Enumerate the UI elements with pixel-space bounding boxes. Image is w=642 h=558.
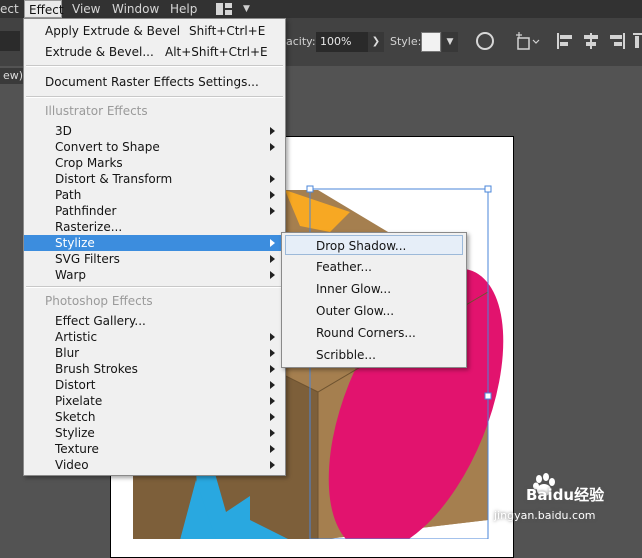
menu-item-stylize[interactable]: Stylize [24, 235, 285, 251]
menu-item-distort[interactable]: Distort [24, 377, 285, 393]
stylize-submenu: Drop Shadow... Feather... Inner Glow... … [281, 232, 467, 368]
opacity-arrow-button[interactable]: ❯ [368, 32, 384, 52]
illustrator-effects-header: Illustrator Effects [45, 104, 148, 118]
submenu-arrow-icon [270, 381, 275, 389]
submenu-arrow-icon [270, 127, 275, 135]
submenu-arrow-icon [270, 333, 275, 341]
menu-item-path[interactable]: Path [24, 187, 285, 203]
menu-separator [26, 286, 283, 288]
workspace-grid-icon[interactable] [216, 3, 232, 15]
align-left-icon[interactable] [556, 32, 574, 50]
menu-item-stylize-photoshop[interactable]: Stylize [24, 425, 285, 441]
menu-item-effect-gallery[interactable]: Effect Gallery... [24, 313, 285, 329]
menu-item-blur[interactable]: Blur [24, 345, 285, 361]
submenu-arrow-icon [270, 255, 275, 263]
menu-item-sketch[interactable]: Sketch [24, 409, 285, 425]
menu-item-distort-transform[interactable]: Distort & Transform [24, 171, 285, 187]
shortcut-label: Alt+Shift+Ctrl+E [165, 45, 268, 59]
menu-item-crop-marks[interactable]: Crop Marks [24, 155, 285, 171]
menu-item-round-corners[interactable]: Round Corners... [285, 323, 463, 343]
menu-item-svg-filters[interactable]: SVG Filters [24, 251, 285, 267]
menu-item-artistic[interactable]: Artistic [24, 329, 285, 345]
menu-item-rasterize[interactable]: Rasterize... [24, 219, 285, 235]
menu-select[interactable]: ect [0, 0, 19, 18]
style-label: Style: [390, 35, 422, 48]
menu-view[interactable]: View [72, 0, 100, 18]
menu-separator [26, 65, 283, 67]
submenu-arrow-icon [270, 271, 275, 279]
opacity-label: acity: [286, 35, 316, 48]
menu-help[interactable]: Help [170, 0, 197, 18]
menu-item-outer-glow[interactable]: Outer Glow... [285, 301, 463, 321]
graphic-style-swatch[interactable] [421, 32, 441, 52]
submenu-arrow-icon [270, 207, 275, 215]
opacity-input[interactable]: 100% [316, 32, 368, 52]
align-right-icon[interactable] [608, 32, 626, 50]
menu-item-apply-extrude-bevel[interactable]: Apply Extrude & Bevel Shift+Ctrl+E [24, 23, 285, 39]
chevron-down-icon[interactable]: ▼ [442, 32, 458, 52]
menu-item-texture[interactable]: Texture [24, 441, 285, 457]
watermark-brand: Baidu经验 [526, 484, 604, 505]
submenu-arrow-icon [270, 445, 275, 453]
menu-item-pathfinder[interactable]: Pathfinder [24, 203, 285, 219]
watermark-brand-suffix: 经验 [574, 486, 605, 504]
shortcut-label: Shift+Ctrl+E [189, 24, 266, 38]
menu-separator [26, 96, 283, 98]
menu-bar: ect Effect View Window Help ▼ [0, 0, 642, 18]
stroke-field[interactable] [0, 31, 20, 51]
submenu-arrow-icon [270, 413, 275, 421]
photoshop-effects-header: Photoshop Effects [45, 294, 153, 308]
watermark-brand-name: Baidu [526, 486, 575, 504]
watermark-url: jingyan.baidu.com [494, 509, 596, 522]
menu-item-drop-shadow[interactable]: Drop Shadow... [285, 235, 463, 255]
submenu-arrow-icon [270, 397, 275, 405]
menu-item-document-raster-settings[interactable]: Document Raster Effects Settings... [24, 74, 285, 90]
submenu-arrow-icon [270, 429, 275, 437]
menu-window[interactable]: Window [112, 0, 159, 18]
menu-effect[interactable]: Effect [24, 0, 64, 18]
menu-item-pixelate[interactable]: Pixelate [24, 393, 285, 409]
transform-icon[interactable] [516, 32, 540, 52]
menu-item-3d[interactable]: 3D [24, 123, 285, 139]
menu-item-feather[interactable]: Feather... [285, 257, 463, 277]
align-top-icon[interactable] [632, 32, 642, 50]
submenu-arrow-icon [270, 365, 275, 373]
menu-item-extrude-bevel[interactable]: Extrude & Bevel... Alt+Shift+Ctrl+E [24, 44, 285, 60]
submenu-arrow-icon [270, 349, 275, 357]
submenu-arrow-icon [270, 239, 275, 247]
submenu-arrow-icon [270, 175, 275, 183]
recolor-artwork-icon[interactable] [476, 32, 494, 50]
align-center-icon[interactable] [582, 32, 600, 50]
menu-item-video[interactable]: Video [24, 457, 285, 473]
menu-item-inner-glow[interactable]: Inner Glow... [285, 279, 463, 299]
submenu-arrow-icon [270, 191, 275, 199]
menu-item-warp[interactable]: Warp [24, 267, 285, 283]
chevron-down-icon[interactable]: ▼ [243, 0, 250, 18]
menu-item-scribble[interactable]: Scribble... [285, 345, 463, 365]
submenu-arrow-icon [270, 461, 275, 469]
menu-item-brush-strokes[interactable]: Brush Strokes [24, 361, 285, 377]
menu-item-convert-to-shape[interactable]: Convert to Shape [24, 139, 285, 155]
effect-menu: Apply Extrude & Bevel Shift+Ctrl+E Extru… [23, 18, 286, 476]
submenu-arrow-icon [270, 143, 275, 151]
